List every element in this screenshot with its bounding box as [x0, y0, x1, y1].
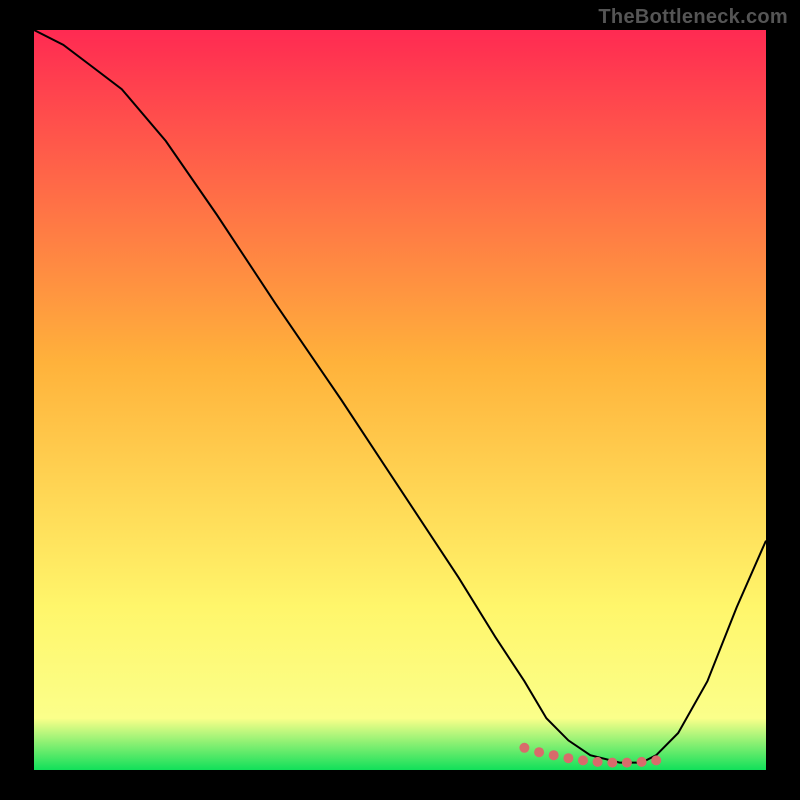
bottleneck-chart: [0, 0, 800, 800]
plot-gradient-background: [34, 30, 766, 770]
min-dot: [549, 750, 559, 760]
min-dot: [534, 747, 544, 757]
min-dot: [519, 743, 529, 753]
chart-container: TheBottleneck.com: [0, 0, 800, 800]
min-dot: [651, 755, 661, 765]
min-dot: [593, 757, 603, 767]
min-dot: [637, 757, 647, 767]
watermark-text: TheBottleneck.com: [598, 6, 788, 29]
min-dot: [607, 758, 617, 768]
min-dot: [578, 755, 588, 765]
min-dot: [622, 758, 632, 768]
min-dot: [563, 753, 573, 763]
